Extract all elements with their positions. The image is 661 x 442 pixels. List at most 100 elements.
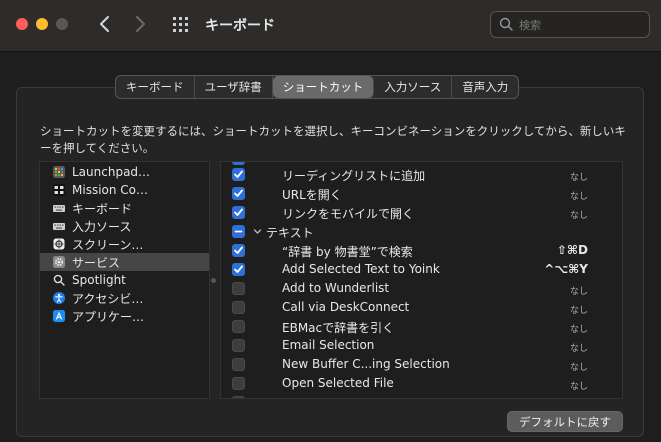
- chevron-down-icon[interactable]: [253, 227, 262, 236]
- category-label: アクセシビ…: [72, 291, 144, 306]
- shortcut-key[interactable]: なし: [570, 189, 588, 202]
- category-label: サービス: [72, 255, 121, 270]
- shortcut-row[interactable]: Open Selected File なし: [221, 374, 622, 393]
- show-all-button[interactable]: [172, 16, 190, 34]
- shortcut-row[interactable]: Call via DeskConnect なし: [221, 298, 622, 317]
- checkmark-icon: [233, 161, 244, 164]
- shortcut-row[interactable]: EBMacで辞書を引く なし: [221, 317, 622, 336]
- restore-defaults-button[interactable]: デフォルトに戻す: [507, 411, 623, 432]
- shortcut-label: Add to Wunderlist: [282, 281, 390, 295]
- accessibility-icon: [53, 292, 65, 304]
- shortcut-list: リーディングリストに追加 なし URLを開く なし リンクをモバイルで開く なし…: [220, 161, 623, 399]
- shortcut-row[interactable]: Add Selected Text to Yoink ^⌥⌘Y: [221, 260, 622, 279]
- window-title: キーボード: [205, 18, 275, 34]
- screenshot-icon: [53, 238, 65, 250]
- app-store-icon: [53, 310, 65, 322]
- category-item-screenshots[interactable]: スクリーン…: [40, 235, 209, 253]
- shortcut-checkbox[interactable]: [232, 206, 245, 219]
- shortcut-key[interactable]: なし: [570, 341, 588, 354]
- shortcut-checkbox[interactable]: [232, 263, 245, 276]
- category-item-keyboard[interactable]: キーボード: [40, 199, 209, 217]
- category-item-launchpad[interactable]: Launchpad…: [40, 163, 209, 181]
- chevron-left-icon: [100, 16, 109, 32]
- shortcut-key[interactable]: なし: [570, 322, 588, 335]
- category-label: Spotlight: [72, 273, 126, 287]
- chevron-right-icon: [136, 16, 145, 32]
- shortcut-row[interactable]: URLを開く なし: [221, 184, 622, 203]
- category-label: キーボード: [72, 201, 133, 216]
- shortcut-key[interactable]: なし: [570, 208, 588, 221]
- shortcut-checkbox[interactable]: [232, 301, 245, 314]
- shortcut-label: Email Selection: [282, 338, 375, 352]
- shortcut-checkbox[interactable]: [232, 396, 245, 398]
- shortcut-checkbox[interactable]: [232, 187, 245, 200]
- shortcut-row[interactable]: リーディングリストに追加 なし: [221, 165, 622, 184]
- shortcut-row[interactable]: Add to Wunderlist なし: [221, 279, 622, 298]
- shortcut-label: Add Selected Text to Yoink: [282, 262, 440, 276]
- search-input[interactable]: [519, 16, 644, 34]
- shortcut-key[interactable]: ^⌥⌘Y: [544, 262, 588, 276]
- zoom-window-button[interactable]: [56, 18, 68, 30]
- title-bar: キーボード: [0, 0, 661, 52]
- tab-shortcuts[interactable]: ショートカット: [272, 76, 375, 98]
- shortcut-checkbox[interactable]: [232, 339, 245, 352]
- shortcut-checkbox[interactable]: [232, 168, 245, 181]
- category-label: スクリーン…: [72, 237, 144, 252]
- shortcut-key[interactable]: なし: [570, 379, 588, 392]
- shortcut-label: リーディングリストに追加: [282, 169, 426, 183]
- shortcut-label: リンクをモバイルで開く: [282, 207, 415, 221]
- category-label: Launchpad…: [72, 165, 151, 179]
- shortcut-checkbox[interactable]: [232, 244, 245, 257]
- shortcut-row[interactable]: リンクをモバイルで開く なし: [221, 203, 622, 222]
- tab-input-sources[interactable]: 入力ソース: [374, 76, 453, 98]
- shortcut-row[interactable]: [221, 393, 622, 398]
- category-item-spotlight[interactable]: Spotlight: [40, 271, 209, 289]
- category-item-mission-control[interactable]: Mission Co…: [40, 181, 209, 199]
- search-field[interactable]: [490, 11, 650, 38]
- grid-icon: [173, 17, 188, 32]
- category-list: Launchpad… Mission Co… キーボード 入力ソース スクリーン…: [39, 161, 210, 399]
- shortcut-key[interactable]: なし: [570, 303, 588, 316]
- tab-keyboard[interactable]: キーボード: [116, 76, 195, 98]
- category-item-accessibility[interactable]: アクセシビ…: [40, 289, 209, 307]
- shortcut-row[interactable]: Email Selection なし: [221, 336, 622, 355]
- category-item-services[interactable]: サービス: [40, 253, 209, 271]
- shortcut-group-row[interactable]: テキスト: [221, 222, 622, 241]
- shortcut-label: “辞書 by 物書堂”で検索: [282, 245, 413, 259]
- mission-control-icon: [53, 184, 65, 196]
- back-button[interactable]: [93, 12, 117, 36]
- minimize-window-button[interactable]: [36, 18, 48, 30]
- group-label: テキスト: [266, 226, 314, 240]
- shortcut-row[interactable]: New Buffer C...ing Selection なし: [221, 355, 622, 374]
- close-window-button[interactable]: [16, 18, 28, 30]
- category-label: Mission Co…: [72, 183, 149, 197]
- shortcut-key[interactable]: なし: [570, 360, 588, 373]
- tab-bar: キーボード ユーザ辞書 ショートカット 入力ソース 音声入力: [115, 75, 520, 99]
- tab-dictation[interactable]: 音声入力: [452, 76, 518, 98]
- shortcut-checkbox[interactable]: [232, 377, 245, 390]
- shortcut-checkbox[interactable]: [232, 320, 245, 333]
- shortcut-key[interactable]: ⇧⌘D: [557, 243, 588, 257]
- split-view-handle[interactable]: [211, 278, 216, 283]
- instructions-text: ショートカットを変更するには、ショートカットを選択し、キーコンビネーションをクリ…: [40, 124, 626, 155]
- shortcut-checkbox[interactable]: [232, 358, 245, 371]
- shortcut-label: Call via DeskConnect: [282, 300, 410, 314]
- group-checkbox[interactable]: [232, 225, 245, 238]
- launchpad-icon: [53, 166, 65, 178]
- keyboard-icon: [53, 202, 65, 214]
- category-label: 入力ソース: [72, 219, 132, 234]
- shortcut-label: URLを開く: [282, 188, 342, 202]
- checkmark-icon: [234, 170, 243, 178]
- tab-user-dictionary[interactable]: ユーザ辞書: [195, 76, 273, 98]
- search-icon: [499, 17, 513, 31]
- category-item-app-shortcuts[interactable]: アプリケー…: [40, 307, 209, 325]
- category-label: アプリケー…: [72, 309, 145, 324]
- shortcut-row[interactable]: “辞書 by 物書堂”で検索 ⇧⌘D: [221, 241, 622, 260]
- shortcut-checkbox[interactable]: [232, 282, 245, 295]
- forward-button[interactable]: [128, 12, 152, 36]
- shortcut-key[interactable]: なし: [570, 170, 588, 183]
- shortcut-key[interactable]: なし: [570, 284, 588, 297]
- gear-icon: [53, 256, 65, 268]
- category-item-input-sources[interactable]: 入力ソース: [40, 217, 209, 235]
- shortcut-label: New Buffer C...ing Selection: [282, 357, 450, 371]
